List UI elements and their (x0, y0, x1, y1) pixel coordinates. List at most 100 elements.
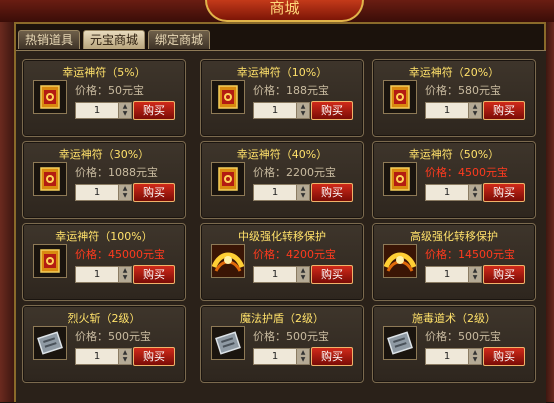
item-name: 幸运神符（40%） (236, 148, 328, 161)
chevron-down-icon[interactable]: ▼ (119, 110, 131, 117)
shop-item-card: 幸运神符（50%） 价格：4500元宝 1 ▲ ▼ 购买 (372, 141, 536, 219)
chevron-up-icon[interactable]: ▲ (119, 185, 131, 192)
chevron-up-icon[interactable]: ▲ (119, 349, 131, 356)
quantity-input[interactable]: 1 (253, 348, 297, 365)
quantity-input[interactable]: 1 (253, 102, 297, 119)
item-name: 中级强化转移保护 (238, 230, 326, 243)
shop-item-card: 幸运神符（30%） 价格：1088元宝 1 ▲ ▼ 购买 (22, 141, 186, 219)
chevron-down-icon[interactable]: ▼ (119, 274, 131, 281)
chevron-down-icon[interactable]: ▼ (469, 110, 481, 117)
buy-button[interactable]: 购买 (483, 101, 525, 120)
item-name: 高级强化转移保护 (410, 230, 498, 243)
skill-book-icon[interactable] (33, 326, 67, 360)
shop-item-card: 幸运神符（100%） 价格：45000元宝 1 ▲ ▼ 购买 (22, 223, 186, 301)
quantity-input[interactable]: 1 (425, 266, 469, 283)
chevron-down-icon[interactable]: ▼ (297, 192, 309, 199)
item-price: 价格：4200元宝 (253, 248, 336, 261)
buy-button[interactable]: 购买 (311, 183, 353, 202)
quantity-stepper[interactable]: ▲ ▼ (118, 348, 132, 365)
quantity-stepper[interactable]: ▲ ▼ (468, 348, 482, 365)
shop-panel: 幸运神符（5%） 价格：50元宝 1 ▲ ▼ 购买 幸运神符（10%） 价格：188元宝 1 ▲ ▼… (16, 50, 546, 403)
chevron-up-icon[interactable]: ▲ (297, 267, 309, 274)
shop-item-card: 幸运神符（40%） 价格：2200元宝 1 ▲ ▼ 购买 (200, 141, 364, 219)
chevron-down-icon[interactable]: ▼ (297, 110, 309, 117)
chevron-up-icon[interactable]: ▲ (469, 267, 481, 274)
scroll-icon[interactable] (211, 80, 245, 114)
buy-button[interactable]: 购买 (133, 347, 175, 366)
item-price: 价格：500元宝 (425, 330, 501, 343)
chevron-up-icon[interactable]: ▲ (297, 185, 309, 192)
quantity-stepper[interactable]: ▲ ▼ (296, 102, 310, 119)
item-price: 价格：45000元宝 (75, 248, 165, 261)
buy-button[interactable]: 购买 (311, 265, 353, 284)
buy-button[interactable]: 购买 (133, 183, 175, 202)
tab-bound-shop[interactable]: 绑定商城 (148, 30, 211, 49)
chevron-down-icon[interactable]: ▼ (297, 274, 309, 281)
top-frame: 商城 (0, 0, 554, 24)
quantity-stepper[interactable]: ▲ ▼ (296, 266, 310, 283)
chevron-down-icon[interactable]: ▼ (297, 356, 309, 363)
chevron-up-icon[interactable]: ▲ (469, 349, 481, 356)
item-price: 价格：500元宝 (75, 330, 151, 343)
quantity-stepper[interactable]: ▲ ▼ (296, 184, 310, 201)
scroll-icon[interactable] (33, 244, 67, 278)
chevron-down-icon[interactable]: ▼ (119, 356, 131, 363)
item-name: 施毒道术（2级） (412, 312, 496, 325)
quantity-input[interactable]: 1 (75, 266, 119, 283)
quantity-stepper[interactable]: ▲ ▼ (118, 266, 132, 283)
buy-button[interactable]: 购买 (483, 265, 525, 284)
buy-button[interactable]: 购买 (311, 347, 353, 366)
scroll-icon[interactable] (383, 162, 417, 196)
quantity-input[interactable]: 1 (425, 348, 469, 365)
item-price: 价格：2200元宝 (253, 166, 336, 179)
quantity-stepper[interactable]: ▲ ▼ (118, 184, 132, 201)
shop-item-card: 魔法护盾（2级） 价格：500元宝 1 ▲ ▼ 购买 (200, 305, 364, 383)
window-title-banner: 商城 (205, 0, 364, 22)
chevron-down-icon[interactable]: ▼ (469, 192, 481, 199)
shop-item-card: 幸运神符（5%） 价格：50元宝 1 ▲ ▼ 购买 (22, 59, 186, 137)
window-title: 商城 (269, 0, 300, 17)
shop-item-card: 烈火斩（2级） 价格：500元宝 1 ▲ ▼ 购买 (22, 305, 186, 383)
item-name: 幸运神符（100%） (55, 230, 153, 243)
quantity-input[interactable]: 1 (425, 102, 469, 119)
scroll-icon[interactable] (383, 80, 417, 114)
buy-button[interactable]: 购买 (311, 101, 353, 120)
left-frame (0, 22, 16, 402)
chevron-up-icon[interactable]: ▲ (469, 103, 481, 110)
chevron-up-icon[interactable]: ▲ (297, 349, 309, 356)
quantity-input[interactable]: 1 (253, 266, 297, 283)
buy-button[interactable]: 购买 (483, 183, 525, 202)
tab-yuanbao-shop[interactable]: 元宝商城 (83, 30, 146, 49)
quantity-input[interactable]: 1 (425, 184, 469, 201)
skill-book-icon[interactable] (383, 326, 417, 360)
scroll-icon[interactable] (211, 162, 245, 196)
quantity-input[interactable]: 1 (75, 348, 119, 365)
quantity-stepper[interactable]: ▲ ▼ (468, 102, 482, 119)
shop-item-card: 幸运神符（10%） 价格：188元宝 1 ▲ ▼ 购买 (200, 59, 364, 137)
chevron-up-icon[interactable]: ▲ (119, 103, 131, 110)
buy-button[interactable]: 购买 (133, 101, 175, 120)
scroll-icon[interactable] (33, 162, 67, 196)
skill-book-icon[interactable] (211, 326, 245, 360)
chevron-up-icon[interactable]: ▲ (119, 267, 131, 274)
quantity-stepper[interactable]: ▲ ▼ (468, 266, 482, 283)
item-price: 价格：500元宝 (253, 330, 329, 343)
scroll-icon[interactable] (33, 80, 67, 114)
quantity-input[interactable]: 1 (75, 102, 119, 119)
quantity-stepper[interactable]: ▲ ▼ (118, 102, 132, 119)
buy-button[interactable]: 购买 (483, 347, 525, 366)
tab-hot-items[interactable]: 热销道具 (18, 30, 81, 49)
quantity-stepper[interactable]: ▲ ▼ (468, 184, 482, 201)
gold-ribbon-icon[interactable] (211, 244, 245, 278)
chevron-up-icon[interactable]: ▲ (469, 185, 481, 192)
chevron-up-icon[interactable]: ▲ (297, 103, 309, 110)
chevron-down-icon[interactable]: ▼ (119, 192, 131, 199)
quantity-stepper[interactable]: ▲ ▼ (296, 348, 310, 365)
quantity-input[interactable]: 1 (75, 184, 119, 201)
quantity-input[interactable]: 1 (253, 184, 297, 201)
gold-ribbon-icon[interactable] (383, 244, 417, 278)
item-price: 价格：50元宝 (75, 84, 144, 97)
buy-button[interactable]: 购买 (133, 265, 175, 284)
chevron-down-icon[interactable]: ▼ (469, 274, 481, 281)
chevron-down-icon[interactable]: ▼ (469, 356, 481, 363)
